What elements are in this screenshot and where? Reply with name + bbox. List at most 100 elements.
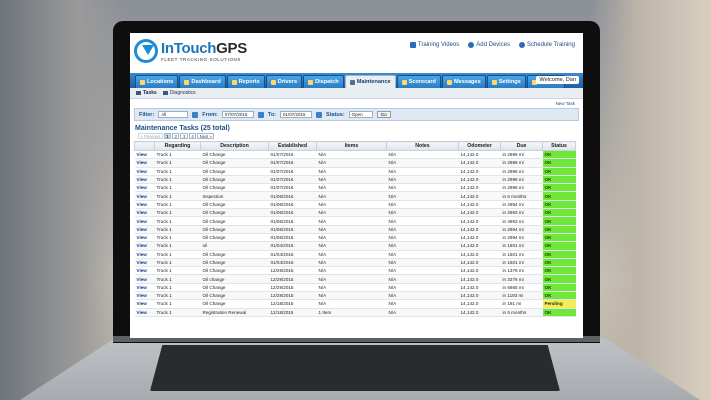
view-link[interactable]: View [134,191,155,201]
view-link[interactable]: View [134,183,155,193]
view-link[interactable]: View [134,241,155,251]
brand-logo[interactable]: InTouchGPS FLEET TRACKING SOLUTIONS [134,39,247,63]
column-header[interactable]: Items [316,141,387,151]
due-cell: in 2994 mi [500,200,543,210]
view-link[interactable]: View [134,299,155,309]
add-devices-link[interactable]: Add Devices [468,42,510,48]
filter-select[interactable]: All [158,111,189,118]
regarding-cell: Truck 1 [154,175,201,185]
view-link[interactable]: View [134,208,155,218]
brand-name: InTouchGPS [161,39,247,57]
page-2[interactable]: 2 [172,133,180,139]
tab-messages[interactable]: Messages [441,75,486,88]
description-cell: Oil Change [200,158,269,168]
subtab-tasks[interactable]: Tasks [136,90,157,96]
tab-drivers[interactable]: Drivers [265,75,303,88]
column-header[interactable]: Regarding [154,141,201,151]
items-cell: 1 Item [316,308,387,317]
established-cell: 01/06/2016 [268,233,317,243]
tab-scorecard[interactable]: Scorecard [396,75,441,88]
column-header[interactable]: Description [200,141,269,151]
tab-dispatch[interactable]: Dispatch [303,75,344,88]
tab-dashboard[interactable]: Dashboard [179,75,226,88]
items-cell: N/A [316,225,387,234]
notes-cell: N/A [386,158,459,168]
items-cell: N/A [316,291,387,301]
subtab-diagnostics[interactable]: Diagnostics [162,90,196,96]
schedule-training-link[interactable]: Schedule Training [518,42,575,48]
page-4[interactable]: 4 [188,133,197,139]
from-date-input[interactable]: 07/07/2015 [221,111,254,118]
view-link[interactable]: View [134,308,155,317]
previous-page[interactable]: « Previous [138,133,163,139]
filter-menu-icon[interactable] [192,111,199,118]
regarding-cell: Truck 1 [154,266,201,276]
established-cell: 01/04/2016 [268,241,317,251]
view-link[interactable]: View [134,175,155,185]
status-badge: OK [542,233,576,243]
view-link[interactable]: View [134,158,155,168]
view-link[interactable]: View [134,225,155,234]
welcome-user[interactable]: Welcome, Dan [536,76,579,84]
description-cell: Inspection [200,191,269,201]
notes-cell: N/A [386,175,459,185]
brand-tagline: FLEET TRACKING SOLUTIONS [161,56,241,62]
notes-cell: N/A [386,167,459,176]
view-link[interactable]: View [134,200,155,210]
view-link[interactable]: View [134,250,155,259]
background-right [591,0,711,400]
description-cell: Oil Change [200,183,269,193]
calendar-icon[interactable] [257,111,264,118]
established-cell: 01/04/2016 [268,258,317,268]
description-cell: Oil change [200,274,269,284]
tab-settings[interactable]: Settings [486,75,526,88]
filter-label: Filter: [139,111,155,118]
wrench-icon [349,79,355,85]
column-header[interactable]: Established [268,141,317,151]
view-link[interactable]: View [134,216,155,226]
established-cell: 01/06/2016 [268,200,317,210]
odometer-cell: 14,142.0 [458,250,501,259]
description-cell: Oil Change [200,283,269,293]
view-link[interactable]: View [134,167,155,176]
calendar-icon[interactable] [316,111,323,118]
column-header[interactable]: Notes [386,141,459,151]
tab-reports[interactable]: Reports [226,75,265,88]
view-link[interactable]: View [134,274,155,284]
description-cell: Oil Change [200,299,269,309]
view-link[interactable]: View [134,258,155,268]
view-link[interactable]: View [134,233,155,243]
notes-cell: N/A [386,291,459,301]
go-button[interactable]: Go [376,111,391,118]
odometer-cell: 14,142.0 [458,167,501,176]
odometer-cell: 14,142.0 [458,308,501,317]
view-link[interactable]: View [134,283,155,293]
due-cell: in 1601 mi [500,241,543,251]
tab-locations[interactable]: Locations [135,75,179,88]
table-row: View Truck 1 Oil Change 12/18/2015 N/A N/A 14,… [134,299,576,309]
established-cell: 01/07/2016 [268,167,317,176]
established-cell: 12/28/2015 [268,291,317,301]
training-videos-link[interactable]: Training Videos [409,42,459,48]
status-select[interactable]: Open [348,111,373,118]
description-cell: Registration Renewal [200,308,269,317]
tab-maintenance[interactable]: Maintenance [344,75,396,88]
view-link[interactable]: View [134,150,155,160]
column-header[interactable]: Odometer [458,141,501,151]
page-3[interactable]: 3 [180,133,188,139]
status-badge: OK [542,175,576,185]
due-cell: in 5 months [500,308,543,317]
table-body: View Truck 1 Oil Change 01/07/2016 N/A N/A 14,… [134,150,576,317]
page-1[interactable]: 1 [163,133,172,139]
notes-cell: N/A [386,200,459,210]
items-cell: N/A [316,299,387,309]
items-cell: N/A [316,200,387,210]
view-link[interactable]: View [134,266,155,276]
table-row: View Truck 1 Oil Change 01/06/2016 N/A N/A 14,… [134,216,576,226]
new-task-link[interactable]: New Task [556,101,575,106]
column-header[interactable]: Status [542,141,576,151]
view-link[interactable]: View [134,291,155,301]
to-date-input[interactable]: 01/07/2016 [280,111,313,118]
column-header[interactable]: Due [500,141,543,151]
next-page[interactable]: Next » [197,133,215,139]
